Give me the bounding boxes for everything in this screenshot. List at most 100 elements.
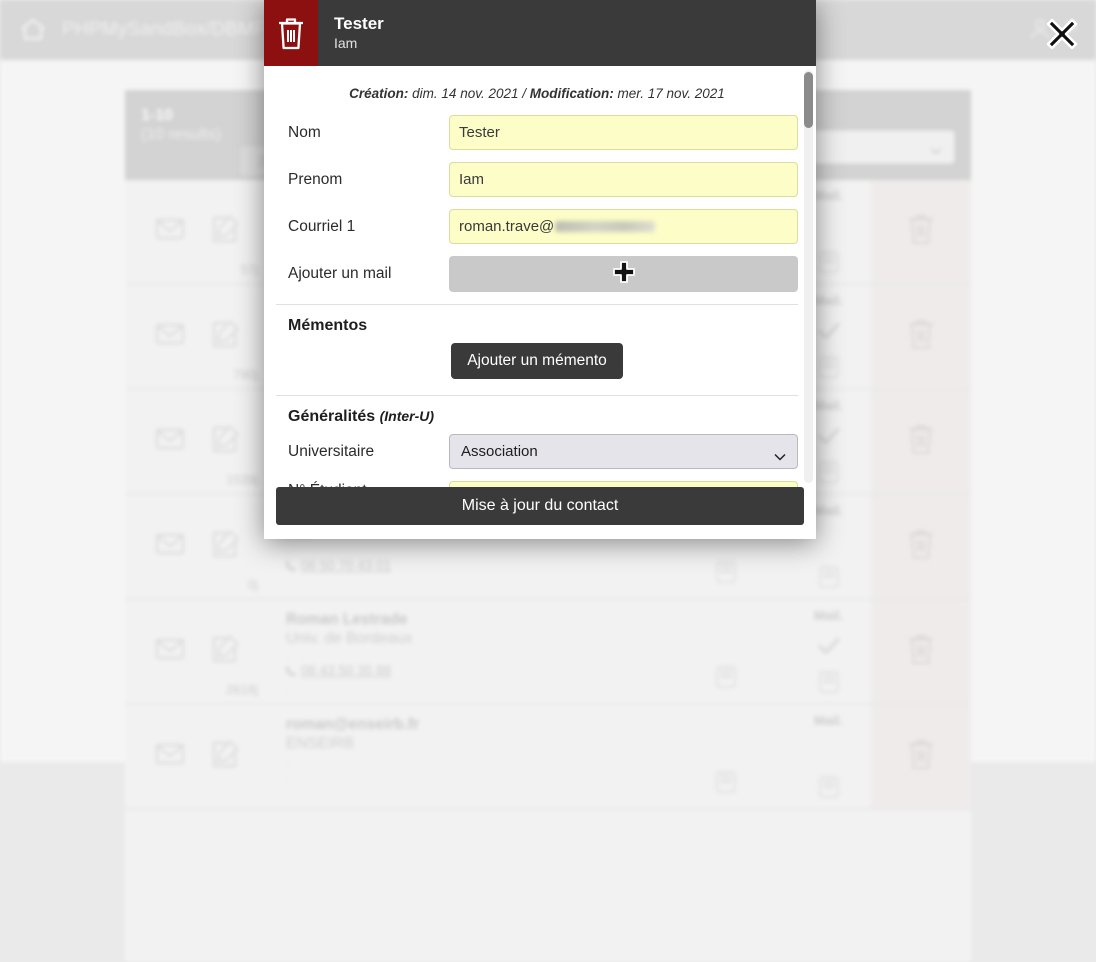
mail-icon[interactable]	[153, 422, 187, 461]
row-delete-cell[interactable]	[871, 495, 971, 598]
courriel-input[interactable]: roman.trave@	[449, 209, 798, 244]
prenom-label: Prenom	[276, 171, 449, 189]
row-delete-cell[interactable]	[871, 600, 971, 703]
row-action-icons: 57j	[125, 180, 270, 283]
trash-icon[interactable]	[906, 422, 936, 461]
creation-value: dim. 14 nov. 2021 /	[408, 86, 529, 101]
print-dl-icon[interactable]	[817, 774, 841, 800]
row-dot: .	[286, 543, 666, 557]
record-timestamps: Création: dim. 14 nov. 2021 / Modificati…	[276, 66, 798, 115]
row-name: Roman Lestrade	[286, 610, 666, 629]
num-etudiant-input[interactable]	[449, 481, 798, 487]
phone-icon	[286, 558, 301, 573]
print-dl-icon[interactable]	[817, 564, 841, 590]
mail-icon[interactable]	[153, 737, 187, 776]
edit-icon[interactable]	[208, 527, 242, 566]
close-icon[interactable]	[1044, 16, 1080, 52]
add-mail-button[interactable]	[449, 256, 798, 292]
print-c6-icon[interactable]	[713, 559, 739, 590]
row-main: roman@enseirb.frENSEIRB..	[270, 705, 666, 808]
trash-icon[interactable]	[906, 317, 936, 356]
chevron-down-icon	[930, 142, 942, 150]
row-action-icons: 790j	[125, 285, 270, 388]
field-row-add-mail: Ajouter un mail	[276, 256, 798, 292]
results-count: (10 results)	[141, 125, 221, 144]
print-dl-icon[interactable]	[817, 354, 841, 380]
row-delete-cell[interactable]	[871, 705, 971, 808]
edit-icon[interactable]	[208, 317, 242, 356]
update-contact-button[interactable]: Mise à jour du contact	[276, 487, 804, 525]
row-mail-label: Mail.	[814, 293, 843, 308]
row-days-badge: 0j	[248, 577, 258, 592]
row-action-icons: 1539j	[125, 390, 270, 493]
row-phone[interactable]: 06 50 70 43 01	[286, 557, 666, 574]
mail-icon[interactable]	[153, 527, 187, 566]
mail-icon[interactable]	[153, 317, 187, 356]
row-days-badge: 1539j	[226, 472, 258, 487]
edit-icon[interactable]	[208, 422, 242, 461]
row-mail-label: Mail.	[814, 398, 843, 413]
home-icon[interactable]	[18, 15, 48, 45]
table-row[interactable]: roman@enseirb.frENSEIRB..Mail.	[125, 705, 971, 810]
print-c6-icon[interactable]	[713, 769, 739, 800]
add-memento-button[interactable]: Ajouter un mémento	[451, 343, 623, 379]
prenom-input[interactable]: Iam	[449, 162, 798, 197]
check-icon-empty	[816, 528, 842, 554]
check-icon-empty	[816, 213, 842, 239]
check-icon-empty	[816, 738, 842, 764]
generalites-title-note: (Inter-U)	[380, 408, 434, 424]
phone-icon	[286, 663, 301, 678]
num-etudiant-label: N° Étudiantà présenter à la 1ère séance	[276, 482, 449, 488]
app-title: PHPMySandBox/DBMF3	[62, 19, 277, 41]
edit-icon[interactable]	[208, 212, 242, 251]
row-c6-col	[666, 600, 786, 703]
modification-label: Modification:	[530, 86, 614, 101]
trash-icon[interactable]	[906, 212, 936, 251]
field-row-universitaire: Universitaire Association	[276, 434, 798, 469]
print-dl-icon[interactable]	[817, 669, 841, 695]
contact-edit-modal: Tester Iam Création: dim. 14 nov. 2021 /…	[264, 0, 816, 539]
redacted-email-domain	[555, 221, 655, 232]
modal-scrollbar-thumb[interactable]	[804, 72, 813, 128]
row-org: ENSEIRB	[286, 734, 666, 753]
row-action-icons	[125, 705, 270, 808]
modal-scrollbar-track[interactable]	[804, 70, 813, 483]
modal-subtitle: Iam	[334, 34, 384, 53]
table-row[interactable]: 2618jRoman LestradeUniv. de Bordeaux.06 …	[125, 600, 971, 705]
modal-body[interactable]: Création: dim. 14 nov. 2021 / Modificati…	[264, 66, 816, 487]
creation-label: Création:	[349, 86, 408, 101]
trash-icon[interactable]	[906, 632, 936, 671]
trash-icon[interactable]	[906, 527, 936, 566]
row-delete-cell[interactable]	[871, 180, 971, 283]
row-mail-label: Mail.	[814, 188, 843, 203]
field-row-prenom: Prenom Iam	[276, 162, 798, 197]
trash-icon[interactable]	[906, 737, 936, 776]
row-dot: .	[286, 767, 666, 781]
mail-icon[interactable]	[153, 212, 187, 251]
mementos-section: Mémentos Ajouter un mémento	[276, 304, 798, 379]
generalites-title: Généralités (Inter-U)	[276, 408, 798, 426]
print-c6-icon[interactable]	[713, 664, 739, 695]
row-dot: .	[286, 574, 666, 588]
print-dl-icon[interactable]	[817, 459, 841, 485]
plus-icon	[611, 259, 637, 290]
modal-header: Tester Iam	[264, 0, 816, 66]
results-range: 1-10	[141, 106, 221, 125]
row-phone[interactable]: 06 43 50 35 88	[286, 662, 666, 679]
row-delete-cell[interactable]	[871, 285, 971, 388]
edit-icon[interactable]	[208, 737, 242, 776]
row-dot: .	[286, 679, 666, 693]
print-dl-icon[interactable]	[817, 249, 841, 275]
universitaire-select[interactable]: Association	[449, 434, 798, 469]
trash-icon[interactable]	[264, 0, 318, 66]
row-action-icons: 2618j	[125, 600, 270, 703]
edit-icon[interactable]	[208, 632, 242, 671]
check-icon	[816, 423, 842, 449]
row-mail-col: Mail.	[786, 600, 871, 703]
modal-footer: Mise à jour du contact	[264, 487, 816, 539]
nom-input[interactable]: Tester	[449, 115, 798, 150]
mail-icon[interactable]	[153, 632, 187, 671]
filter-select[interactable]	[810, 130, 955, 164]
row-delete-cell[interactable]	[871, 390, 971, 493]
modal-title: Tester	[334, 13, 384, 34]
